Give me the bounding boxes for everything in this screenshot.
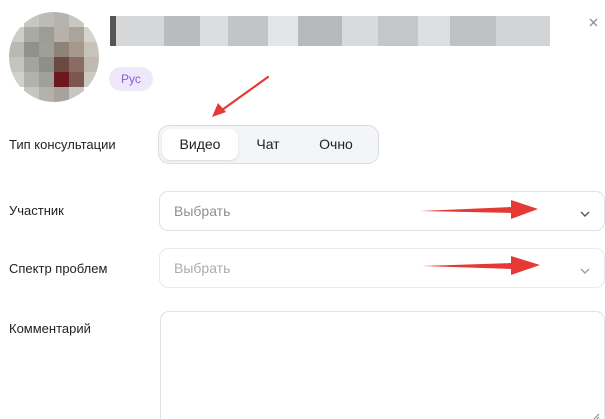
chevron-down-icon (580, 206, 590, 217)
close-icon[interactable] (589, 16, 599, 30)
participant-select[interactable]: Выбрать (159, 191, 605, 231)
consultation-type-selector: Видео Чат Очно (158, 125, 379, 164)
consultation-type-in-person[interactable]: Очно (298, 129, 374, 160)
participant-placeholder: Выбрать (174, 203, 231, 219)
profile-avatar (9, 12, 99, 102)
annotation-arrow-icon (212, 75, 270, 117)
resize-handle-icon[interactable] (592, 408, 600, 419)
profile-name-redacted (110, 16, 550, 46)
consultation-type-chat[interactable]: Чат (238, 129, 298, 160)
participant-label: Участник (9, 203, 64, 218)
problem-spectrum-select[interactable]: Выбрать (159, 248, 605, 288)
problem-spectrum-placeholder: Выбрать (174, 260, 231, 276)
problem-spectrum-label: Спектр проблем (9, 261, 108, 276)
comment-label: Комментарий (9, 321, 91, 336)
consultation-type-video[interactable]: Видео (162, 129, 238, 160)
comment-textarea[interactable] (160, 311, 605, 419)
consultation-type-label: Тип консультации (9, 137, 116, 152)
language-badge: Рус (109, 67, 153, 91)
chevron-down-icon (580, 263, 590, 274)
